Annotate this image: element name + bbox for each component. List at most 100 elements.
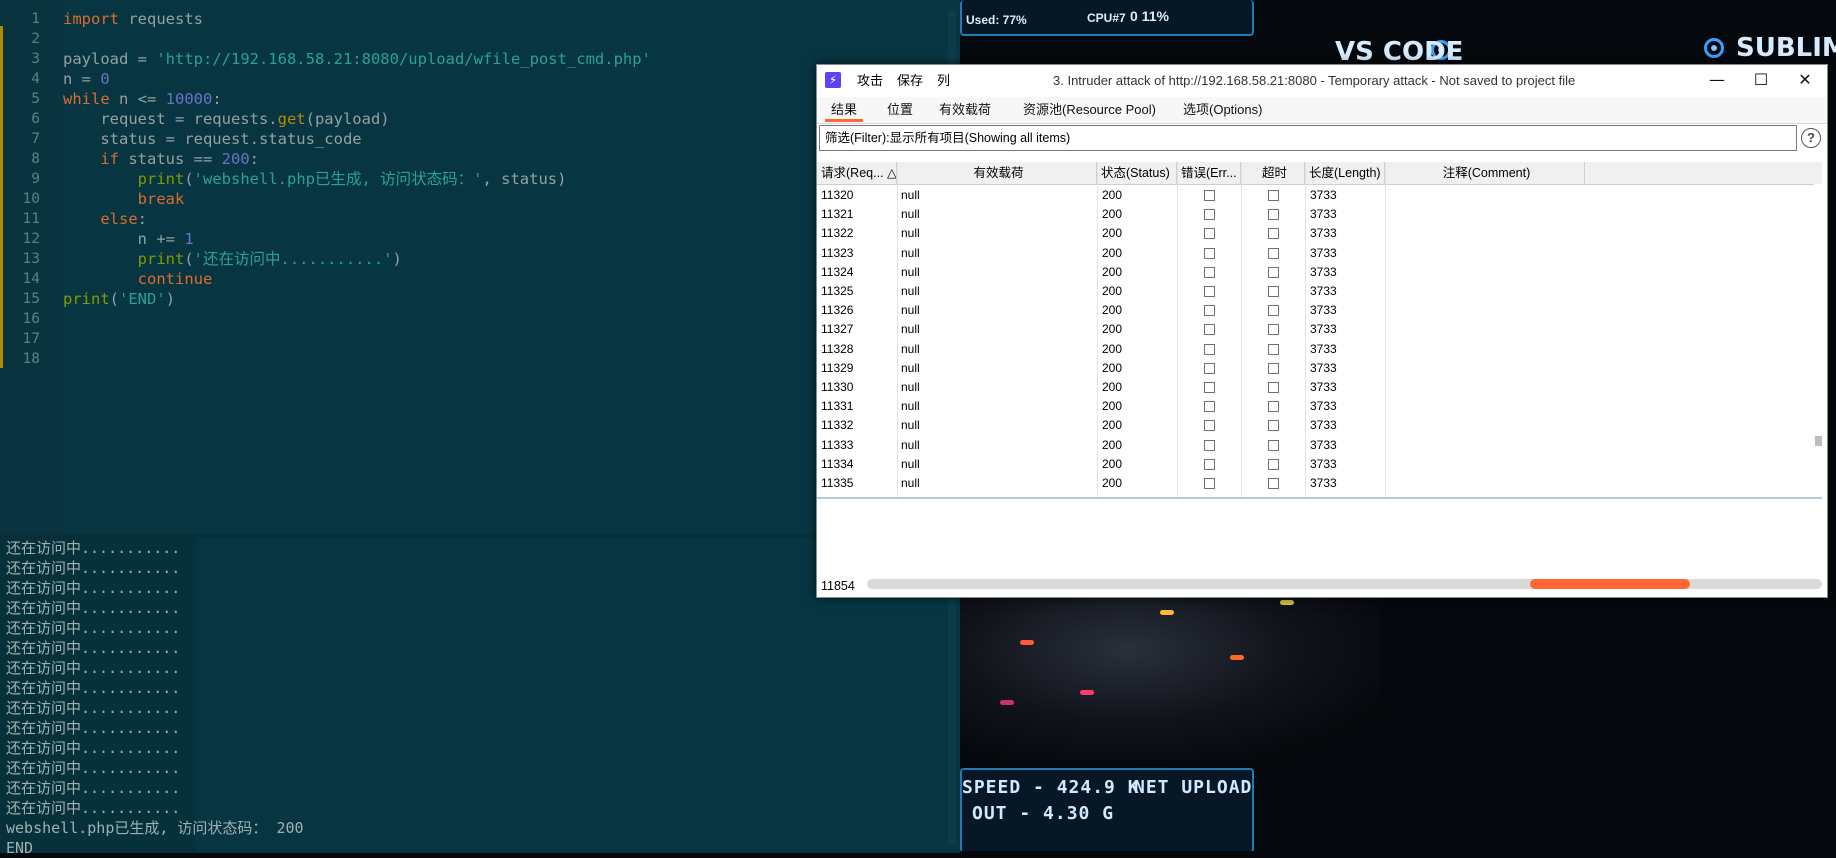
- table-row[interactable]: 11324 null 200 3733: [817, 263, 1822, 282]
- code-line[interactable]: continue: [63, 269, 213, 289]
- column-header-length[interactable]: 长度(Length): [1305, 162, 1385, 184]
- line-number-gutter: 1 2 3 4 5 6 7 8 9 10 11 12 13 14 15 16 17 18: [0, 0, 62, 535]
- cell-length: 3733: [1310, 380, 1337, 394]
- tab-payloads[interactable]: 有效载荷: [933, 97, 997, 122]
- table-vertical-scrollbar[interactable]: [1814, 184, 1822, 498]
- line-number: 13: [22, 251, 40, 267]
- intruder-attack-window[interactable]: ⚡ 攻击 保存 列 3. Intruder attack of http://1…: [816, 64, 1828, 598]
- line-number: 11: [22, 211, 40, 227]
- code-line[interactable]: request = requests.get(payload): [63, 109, 389, 129]
- column-header-status[interactable]: 状态(Status): [1097, 162, 1177, 184]
- code-line[interactable]: print('webshell.php已生成, 访问状态码：', status): [63, 169, 567, 189]
- table-row[interactable]: 11329 null 200 3733: [817, 359, 1822, 378]
- line-number: 7: [31, 131, 40, 147]
- menu-save[interactable]: 保存: [897, 73, 923, 89]
- cell-length: 3733: [1310, 341, 1337, 356]
- code-line[interactable]: import requests: [63, 9, 203, 29]
- request-count: 11854: [821, 579, 855, 593]
- line-number: 9: [31, 171, 40, 187]
- column-header-payload[interactable]: 有效载荷: [897, 162, 1097, 184]
- line-number: 6: [31, 111, 40, 127]
- table-row[interactable]: 11331 null 200 3733: [817, 397, 1822, 416]
- cell-payload: null: [901, 476, 920, 490]
- sort-asc-icon: △: [887, 166, 897, 180]
- table-row[interactable]: 11332 null 200 3733: [817, 416, 1822, 435]
- console-line: 还在访问中...........: [6, 659, 181, 677]
- error-checkbox: [1204, 324, 1215, 336]
- error-checkbox: [1204, 209, 1215, 221]
- cell-req: 11321: [821, 207, 854, 222]
- code-line[interactable]: print('还在访问中...........'): [63, 249, 402, 269]
- code-line[interactable]: while n <= 10000:: [63, 89, 222, 109]
- table-row[interactable]: 11328 null 200 3733: [817, 340, 1822, 359]
- burp-logo-icon: ⚡: [825, 72, 841, 88]
- cell-req: 11323: [821, 245, 854, 260]
- code-line[interactable]: if status == 200:: [63, 149, 259, 169]
- cell-status: 200: [1102, 322, 1123, 337]
- line-number: 16: [22, 311, 40, 327]
- filter-text: 筛选(Filter):显示所有项目(Showing all items): [825, 131, 1071, 145]
- tab-results[interactable]: 结果: [825, 97, 864, 122]
- cell-length: 3733: [1310, 418, 1337, 433]
- column-header-comment[interactable]: 注释(Comment): [1385, 162, 1585, 184]
- code-line[interactable]: break: [63, 189, 185, 209]
- table-row[interactable]: 11330 null 200 3733: [817, 378, 1822, 397]
- network-out-label: OUT - 4.30 G: [972, 803, 1115, 824]
- column-header-error[interactable]: 错误(Err...: [1177, 162, 1241, 184]
- code-line[interactable]: n += 1: [63, 229, 194, 249]
- table-scroll-thumb[interactable]: [1815, 436, 1822, 446]
- minimize-button[interactable]: —: [1695, 65, 1739, 97]
- code-line[interactable]: payload = 'http://192.168.58.21:8080/upl…: [63, 49, 651, 69]
- code-line[interactable]: else:: [63, 209, 147, 229]
- table-row[interactable]: 11327 null 200 3733: [817, 320, 1822, 339]
- tab-options[interactable]: 选项(Options): [1177, 97, 1268, 122]
- progress-scroll-thumb[interactable]: [1530, 579, 1690, 589]
- cell-payload: null: [901, 360, 920, 375]
- column-header-request[interactable]: 请求(Req... △: [817, 162, 897, 184]
- window-titlebar[interactable]: ⚡ 攻击 保存 列 3. Intruder attack of http://1…: [817, 65, 1827, 97]
- console-line: 还在访问中...........: [6, 699, 181, 717]
- code-line[interactable]: print('END'): [63, 289, 175, 309]
- network-speed-label: SPEED - 424.9 K: [962, 777, 1140, 798]
- cpu-label: CPU#7: [1087, 11, 1126, 25]
- line-number: 5: [31, 91, 40, 107]
- cell-req: 11335: [821, 476, 854, 490]
- console-line: 还在访问中...........: [6, 759, 181, 777]
- table-row[interactable]: 11325 null 200 3733: [817, 282, 1822, 301]
- error-checkbox: [1204, 382, 1215, 393]
- table-row[interactable]: 11333 null 200 3733: [817, 436, 1822, 455]
- tab-resource-pool[interactable]: 资源池(Resource Pool): [1017, 97, 1162, 122]
- column-header-timeout[interactable]: 超时: [1241, 162, 1305, 184]
- table-row[interactable]: 11335 null 200 3733: [817, 474, 1822, 493]
- results-table[interactable]: 请求(Req... △ 有效载荷 状态(Status) 错误(Err... 超时…: [817, 162, 1822, 498]
- line-number: 2: [31, 31, 40, 47]
- timeout-checkbox: [1268, 458, 1279, 470]
- maximize-button[interactable]: ☐: [1739, 65, 1783, 97]
- code-line[interactable]: n = 0: [63, 69, 110, 89]
- table-row[interactable]: 11321 null 200 3733: [817, 205, 1822, 224]
- timeout-checkbox: [1268, 382, 1279, 393]
- filter-bar[interactable]: 筛选(Filter):显示所有项目(Showing all items): [819, 125, 1797, 151]
- console-line: webshell.php已生成, 访问状态码： 200: [6, 819, 304, 837]
- menu-attack[interactable]: 攻击: [857, 73, 883, 89]
- table-row[interactable]: 11322 null 200 3733: [817, 224, 1822, 243]
- keyboard-light: [1020, 640, 1034, 645]
- table-row[interactable]: 11323 null 200 3733: [817, 244, 1822, 263]
- table-row[interactable]: 11334 null 200 3733: [817, 455, 1822, 474]
- tab-positions[interactable]: 位置: [881, 97, 919, 122]
- table-row[interactable]: 11320 null 200 3733: [817, 186, 1822, 205]
- cell-status: 200: [1102, 207, 1123, 222]
- line-number: 14: [22, 271, 40, 287]
- table-row[interactable]: 11326 null 200 3733: [817, 301, 1822, 320]
- progress-scrollbar[interactable]: [867, 579, 1822, 589]
- console-line: 还在访问中...........: [6, 779, 181, 797]
- code-line[interactable]: status = request.status_code: [63, 129, 361, 149]
- menu-columns[interactable]: 列: [937, 73, 950, 89]
- vscode-label: VS CODE: [1335, 37, 1464, 67]
- close-button[interactable]: ✕: [1783, 65, 1827, 97]
- cell-status: 200: [1102, 264, 1123, 279]
- cell-req: 11325: [821, 284, 854, 298]
- help-icon[interactable]: ?: [1801, 128, 1821, 148]
- cell-length: 3733: [1310, 476, 1337, 490]
- cell-length: 3733: [1310, 303, 1337, 318]
